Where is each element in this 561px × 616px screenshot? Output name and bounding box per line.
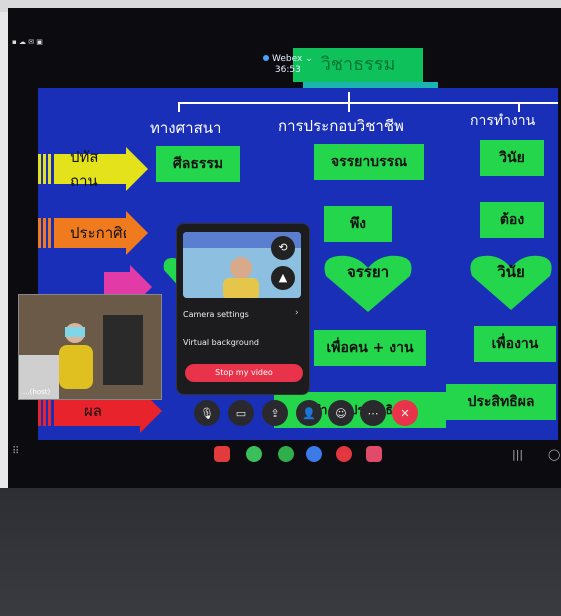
background-effects-icon[interactable]: ▲ <box>271 266 295 290</box>
reactions-icon[interactable]: ☺ <box>328 400 354 426</box>
participant-scene <box>19 295 161 399</box>
tree-hline <box>178 102 558 104</box>
column-header-religion: ทางศาสนา <box>150 119 222 137</box>
arrow-norm-label: ปทัสถาน <box>70 148 99 190</box>
heart-discipline-label: วินัย <box>497 263 525 281</box>
home-icon[interactable]: ◯ <box>548 448 560 461</box>
video-icon[interactable]: ▭ <box>228 400 254 426</box>
leave-icon[interactable]: ✕ <box>392 400 418 426</box>
cell-for-work: เพื่องาน <box>474 326 556 362</box>
arrow-norm: ปทัสถาน <box>38 147 148 191</box>
webex-app-name: Webex <box>272 54 303 64</box>
camera-settings-item[interactable]: Camera settings <box>183 310 249 319</box>
heart-discipline: วินัย <box>466 254 556 312</box>
arrow-result-stripes <box>38 396 52 426</box>
arrow-command: ประกาศิต <box>38 211 148 255</box>
title-underline <box>303 82 438 88</box>
more-icon[interactable]: ⋯ <box>360 400 386 426</box>
tree-vline-mid <box>348 92 350 112</box>
column-header-work: การทำงาน <box>470 113 536 129</box>
chat-icon[interactable] <box>306 446 322 462</box>
chevron-down-icon: ⌄ <box>305 54 313 64</box>
status-bar: ▪ ☁ ✉ ▣ <box>12 38 43 46</box>
participant-video-tile[interactable]: ...(host) <box>18 294 162 400</box>
app-icon-1[interactable] <box>214 446 230 462</box>
camera-popup: ⟲ ▲ Camera settings › Virtual background… <box>176 223 310 395</box>
tablet-screen: ▪ ☁ ✉ ▣ วิชาธรรม ทางศาสนา การประกอบวิชาช… <box>8 8 561 488</box>
share-icon[interactable]: ⇪ <box>262 400 288 426</box>
participants-icon[interactable]: 👤 <box>296 400 322 426</box>
heart-ethics-label: จรรยา <box>346 263 390 281</box>
switch-camera-icon[interactable]: ⟲ <box>271 236 295 260</box>
meeting-control-bar: 🎙 ▭ ⇪ 👤 ☺ ⋯ ✕ <box>194 400 424 430</box>
cell-ethics-code: จรรยาบรรณ <box>314 144 424 180</box>
mute-icon[interactable]: 🎙 <box>194 400 220 426</box>
webex-shield-icon <box>263 55 269 61</box>
app-icon-6[interactable] <box>366 446 382 462</box>
column-header-profession: การประกอบวิชาชีพ <box>278 117 404 135</box>
cell-discipline: วินัย <box>480 140 544 176</box>
participant-name: ...(host) <box>23 388 51 396</box>
heart-ethics: จรรยา <box>320 254 416 314</box>
arrow-result-label: ผล <box>84 402 102 420</box>
phone-icon[interactable] <box>278 446 294 462</box>
app-icon-5[interactable] <box>336 446 352 462</box>
desk-surface <box>0 488 561 616</box>
recent-apps-icon[interactable]: ||| <box>512 448 523 461</box>
cell-morality: ศีลธรรม <box>156 146 240 182</box>
stop-video-button[interactable]: Stop my video <box>185 364 303 382</box>
app-icon-2[interactable] <box>246 446 262 462</box>
arrow-command-label: ประกาศิต <box>70 224 133 242</box>
tree-vline-left <box>178 102 180 112</box>
virtual-background-item[interactable]: Virtual background <box>183 338 259 347</box>
arrow-command-stripes <box>38 218 52 248</box>
apps-grid-icon[interactable]: ⠿ <box>12 446 19 457</box>
cell-must: ต้อง <box>480 202 544 238</box>
cell-people-work: เพื่อคน + งาน <box>314 330 426 366</box>
cell-effectiveness: ประสิทธิผล <box>446 384 556 420</box>
chevron-right-icon: › <box>295 308 299 318</box>
arrow-norm-stripes <box>38 154 52 184</box>
webex-header[interactable]: Webex ⌄ 36:53 <box>263 54 313 76</box>
cell-should: พึง <box>324 206 392 242</box>
meeting-timer: 36:53 <box>274 65 301 75</box>
taskbar: ⠿ <box>8 444 561 468</box>
